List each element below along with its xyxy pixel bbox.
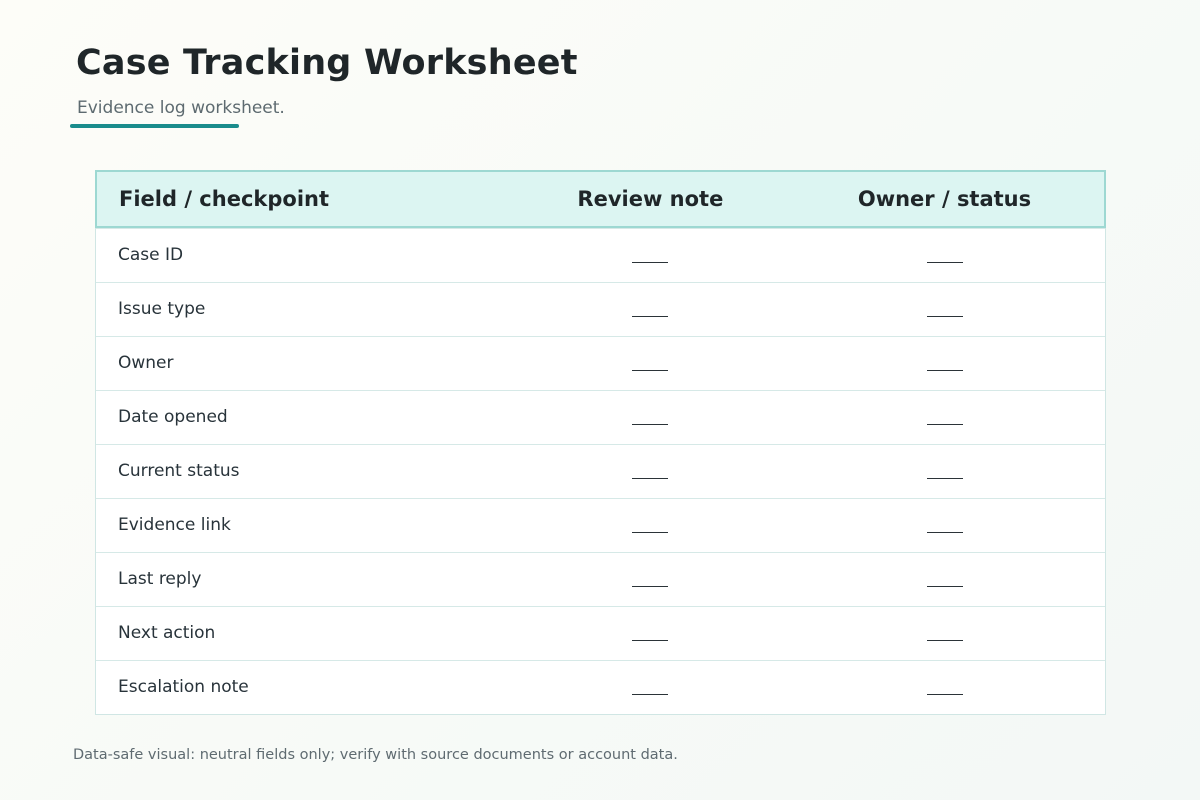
page-subtitle: Evidence log worksheet. (77, 98, 285, 118)
row-field-label: Current status (118, 461, 240, 481)
owner-status-blank[interactable] (785, 499, 1105, 552)
owner-status-blank[interactable] (785, 229, 1105, 282)
table-header: Field / checkpoint Review note Owner / s… (95, 170, 1106, 228)
footer-note: Data-safe visual: neutral fields only; v… (73, 747, 678, 763)
review-note-blank[interactable] (516, 229, 786, 282)
table-row: Evidence link (96, 498, 1105, 552)
review-note-blank[interactable] (516, 445, 786, 498)
review-note-blank[interactable] (516, 391, 786, 444)
table-row: Current status (96, 444, 1105, 498)
row-field-label: Last reply (118, 569, 202, 589)
table-row: Case ID (96, 228, 1105, 282)
owner-status-blank[interactable] (785, 607, 1105, 660)
review-note-blank[interactable] (516, 553, 786, 606)
review-note-blank[interactable] (516, 499, 786, 552)
row-field-label: Next action (118, 623, 216, 643)
table-row: Last reply (96, 552, 1105, 606)
row-field-label: Escalation note (118, 677, 249, 697)
worksheet-table: Field / checkpoint Review note Owner / s… (95, 170, 1106, 715)
title-underline (70, 124, 239, 128)
review-note-blank[interactable] (516, 337, 786, 390)
table-row: Date opened (96, 390, 1105, 444)
page-title: Case Tracking Worksheet (76, 43, 578, 83)
row-field-label: Case ID (118, 245, 184, 265)
header-owner-status: Owner / status (857, 187, 1032, 211)
row-field-label: Issue type (118, 299, 206, 319)
owner-status-blank[interactable] (785, 661, 1105, 714)
owner-status-blank[interactable] (785, 445, 1105, 498)
table-row: Issue type (96, 282, 1105, 336)
owner-status-blank[interactable] (785, 337, 1105, 390)
header-review-note: Review note (577, 187, 724, 211)
review-note-blank[interactable] (516, 283, 786, 336)
table-row: Next action (96, 606, 1105, 660)
review-note-blank[interactable] (516, 607, 786, 660)
review-note-blank[interactable] (516, 661, 786, 714)
row-field-label: Evidence link (118, 515, 231, 535)
owner-status-blank[interactable] (785, 553, 1105, 606)
row-field-label: Owner (118, 353, 174, 373)
table-row: Escalation note (96, 660, 1105, 714)
table-row: Owner (96, 336, 1105, 390)
header-field-checkpoint: Field / checkpoint (119, 187, 330, 211)
row-field-label: Date opened (118, 407, 228, 427)
owner-status-blank[interactable] (785, 283, 1105, 336)
owner-status-blank[interactable] (785, 391, 1105, 444)
